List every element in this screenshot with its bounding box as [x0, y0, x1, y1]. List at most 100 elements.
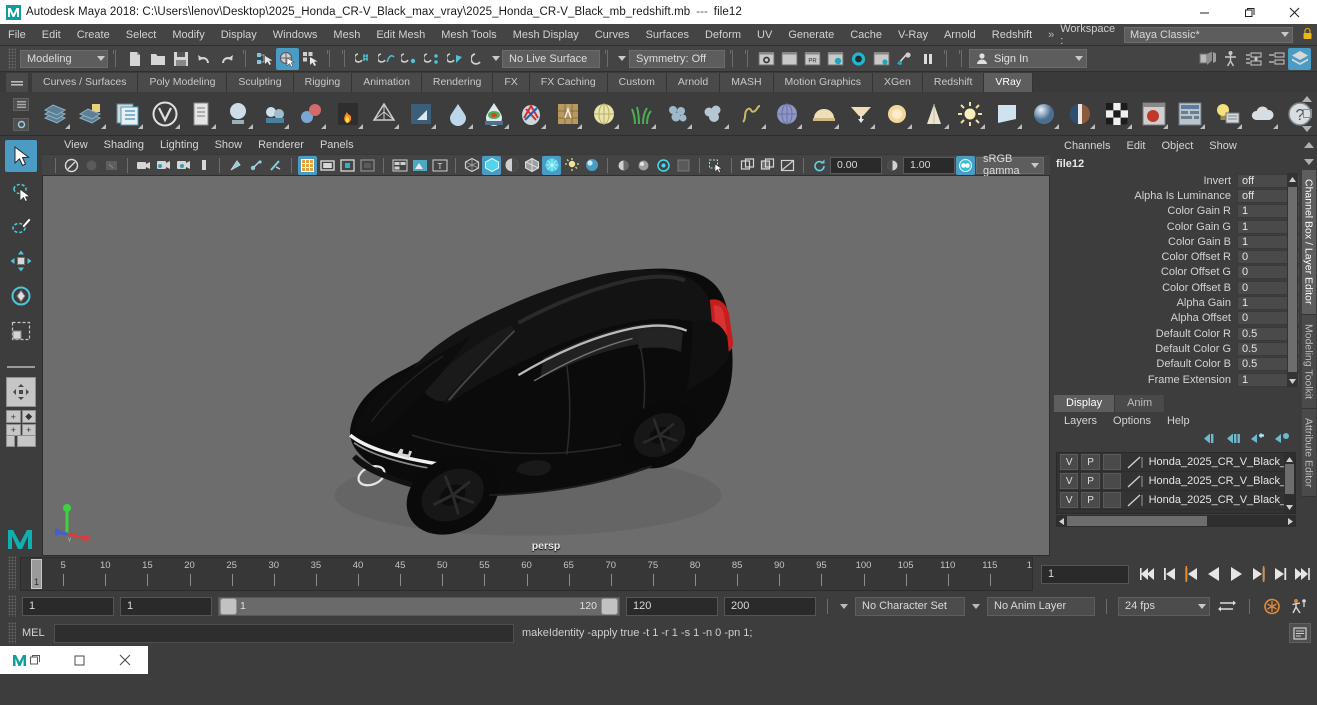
select-by-component-icon[interactable] — [299, 48, 322, 70]
snap-options-dropdown[interactable] — [490, 56, 502, 61]
go-to-start-icon[interactable] — [1137, 562, 1159, 586]
camera-attributes-icon[interactable] — [102, 156, 121, 175]
vray-displacement-icon[interactable] — [551, 97, 585, 131]
layer-color-swatch[interactable] — [1125, 473, 1144, 489]
four-view-layout-icon[interactable]: + ◆ + + — [6, 410, 36, 436]
range-start-handle[interactable] — [220, 597, 237, 615]
animation-preferences-icon[interactable] — [1289, 594, 1311, 618]
duplicate-view-icon[interactable] — [738, 156, 757, 175]
channel-box-scrollbar[interactable] — [1287, 173, 1298, 388]
vray-fire-icon[interactable] — [331, 97, 365, 131]
menu-item-mesh[interactable]: Mesh — [325, 24, 368, 46]
color-manage-icon[interactable] — [410, 156, 429, 175]
vray-logo-icon[interactable] — [148, 97, 182, 131]
close-button[interactable] — [1272, 0, 1317, 24]
layer-playback-toggle[interactable]: P — [1081, 492, 1100, 509]
script-language-label[interactable]: MEL — [16, 627, 54, 639]
layer-type-toggle[interactable] — [1102, 473, 1122, 490]
reset-exposure-icon[interactable] — [810, 156, 829, 175]
layout-panel-left[interactable] — [6, 435, 15, 447]
scroll-up-icon[interactable] — [1302, 95, 1312, 102]
viewport-menu-show[interactable]: Show — [207, 139, 251, 151]
shelf-tab-menu-icon[interactable] — [13, 117, 29, 131]
vray-hair-icon[interactable] — [734, 97, 768, 131]
menu-item-modify[interactable]: Modify — [164, 24, 212, 46]
resolution-gate-icon[interactable] — [338, 156, 357, 175]
channelbox-menu-edit[interactable]: Edit — [1118, 140, 1153, 152]
layer-list-vscrollbar[interactable] — [1284, 453, 1295, 514]
layout-panel-right[interactable] — [17, 435, 36, 447]
shelf-tab-motion-graphics[interactable]: Motion Graphics — [773, 73, 873, 92]
channel-row[interactable]: Alpha Offset 0 — [1050, 311, 1300, 326]
shelf-tab-fx-caching[interactable]: FX Caching — [529, 73, 608, 92]
toolbar-grip[interactable] — [8, 47, 16, 70]
anim-layer-dropdown-arrow[interactable] — [971, 603, 981, 609]
vray-plane-icon[interactable] — [404, 97, 438, 131]
maya-app-icon[interactable] — [0, 646, 57, 674]
scroll-left-icon[interactable] — [1056, 515, 1067, 527]
lock-camera-icon[interactable] — [82, 156, 101, 175]
step-forward-frame-icon[interactable] — [1247, 562, 1269, 586]
range-end-field[interactable]: 120 — [626, 596, 718, 616]
vray-render-elements-icon[interactable] — [258, 97, 292, 131]
scale-tool[interactable] — [5, 315, 37, 347]
channel-row[interactable]: Frame Extension 1 — [1050, 372, 1300, 387]
menu-item-edit-mesh[interactable]: Edit Mesh — [368, 24, 433, 46]
lights-icon[interactable] — [562, 156, 581, 175]
layer-visibility-toggle[interactable]: V — [1060, 492, 1079, 509]
vray-cloud-particle-icon[interactable] — [697, 97, 731, 131]
shelf-tab-xgen[interactable]: XGen — [873, 73, 923, 92]
move-layer-up-icon[interactable] — [1204, 432, 1219, 448]
vray-attributes-icon[interactable] — [111, 97, 145, 131]
minimize-button[interactable] — [1182, 0, 1227, 24]
vtab-attribute-editor[interactable]: Attribute Editor — [1301, 408, 1316, 498]
image-plane-icon[interactable] — [154, 156, 173, 175]
tear-off-view-icon[interactable] — [758, 156, 777, 175]
channel-row[interactable]: Color Gain B 1 — [1050, 234, 1300, 249]
shelf-tab-rendering[interactable]: Rendering — [421, 73, 494, 92]
render-current-frame-icon[interactable] — [755, 48, 778, 70]
channel-row[interactable]: Default Color B 0.5 — [1050, 357, 1300, 372]
channel-row[interactable]: Color Gain G 1 — [1050, 219, 1300, 234]
tool-settings-icon[interactable] — [1265, 48, 1288, 70]
single-perspective-view-icon[interactable] — [6, 377, 36, 407]
vray-blend-material-icon[interactable] — [1064, 97, 1098, 131]
vray-scene-icon[interactable] — [185, 97, 219, 131]
color-management-toggle-icon[interactable] — [956, 155, 975, 175]
step-back-keyframe-icon[interactable] — [1159, 562, 1181, 586]
character-set-field[interactable]: No Character Set — [855, 596, 965, 616]
redo-icon[interactable] — [215, 48, 238, 70]
no-camera-icon[interactable] — [778, 156, 797, 175]
animation-end-field[interactable]: 200 — [724, 596, 816, 616]
menu-item-windows[interactable]: Windows — [265, 24, 326, 46]
menu-item-mesh-tools[interactable]: Mesh Tools — [433, 24, 504, 46]
layer-list-hscrollbar[interactable] — [1056, 515, 1296, 528]
vray-rect-light-icon[interactable] — [990, 97, 1024, 131]
scrollbar-thumb[interactable] — [1285, 464, 1294, 495]
viewport-menu-view[interactable]: View — [56, 139, 96, 151]
scroll-right-icon[interactable] — [1285, 515, 1296, 527]
menu-item-cache[interactable]: Cache — [842, 24, 890, 46]
step-back-frame-icon[interactable] — [1181, 562, 1203, 586]
scroll-down-icon[interactable] — [1302, 126, 1312, 133]
layer-color-swatch[interactable] — [1125, 454, 1144, 470]
snap-to-curve-icon[interactable] — [375, 48, 398, 70]
window-restore-icon[interactable] — [57, 646, 102, 674]
menu-item-select[interactable]: Select — [118, 24, 165, 46]
menu-item-redshift[interactable]: Redshift — [984, 24, 1040, 46]
hypershade-icon[interactable] — [824, 48, 847, 70]
layer-row[interactable]: V P Honda_2025_CR_V_Black_lay — [1057, 453, 1295, 473]
layout-quad-1[interactable]: + — [6, 410, 21, 423]
timeline-grip[interactable] — [8, 556, 16, 590]
channel-row[interactable]: Default Color R 0.5 — [1050, 326, 1300, 341]
maximize-button[interactable] — [1227, 0, 1272, 24]
frame-rate-dropdown[interactable]: 24 fps — [1118, 596, 1210, 616]
vtab-channel-box-layer-editor[interactable]: Channel Box / Layer Editor — [1301, 170, 1316, 315]
layout-quad-2[interactable]: ◆ — [21, 410, 36, 423]
shelf-tab-custom[interactable]: Custom — [607, 73, 667, 92]
render-view-icon[interactable] — [847, 48, 870, 70]
gamma-field[interactable]: 1.00 — [903, 156, 955, 174]
render-setup-icon[interactable] — [870, 48, 893, 70]
sign-in-dropdown[interactable]: Sign In — [969, 49, 1087, 68]
grid-icon[interactable] — [298, 155, 317, 175]
